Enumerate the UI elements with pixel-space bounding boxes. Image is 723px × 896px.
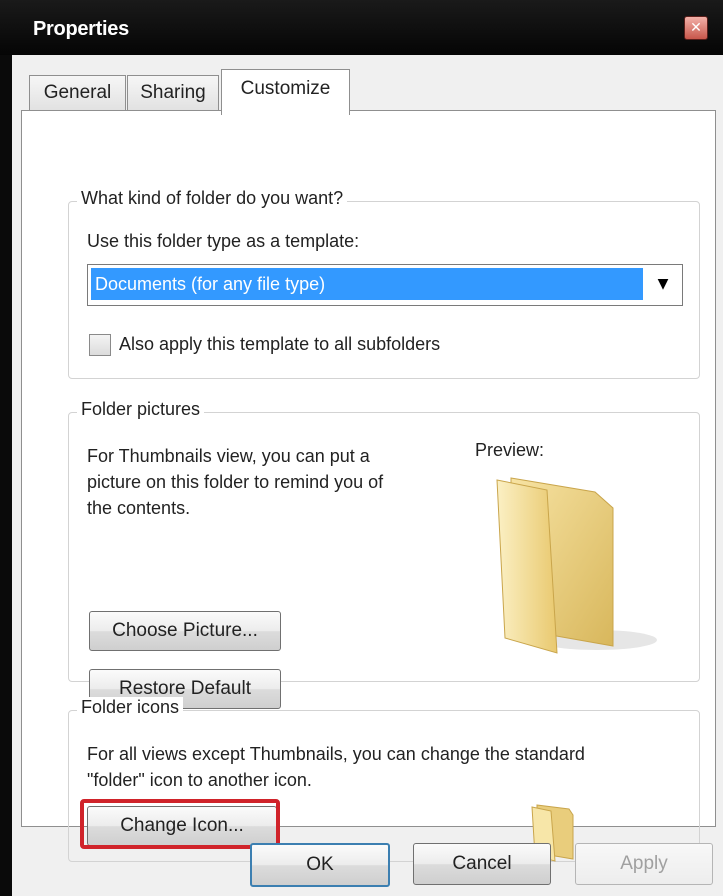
description-line: the contents. [87,498,191,518]
title-bar: Properties ✕ [0,0,723,55]
folder-preview-icon [496,477,657,654]
folder-icons-group: Folder icons For all views except Thumbn… [68,697,700,862]
properties-dialog: General Sharing Customize What kind of f… [12,55,723,896]
customize-panel: What kind of folder do you want? Use thi… [21,110,716,862]
chevron-down-icon[interactable]: ▼ [648,268,678,300]
folder-pictures-group: Folder pictures For Thumbnails view, you… [68,399,700,709]
preview-label: Preview: [475,440,545,460]
close-button[interactable]: ✕ [684,16,708,40]
folder-icons-description: For all views except Thumbnails, you can… [87,741,687,793]
tab-customize[interactable]: Customize [221,69,350,115]
window-title: Properties [33,18,129,40]
change-icon-button[interactable]: Change Icon... [87,806,277,846]
choose-picture-button[interactable]: Choose Picture... [89,611,281,651]
cancel-button[interactable]: Cancel [413,843,551,885]
tab-sharing[interactable]: Sharing [127,75,219,110]
description-line: "folder" icon to another icon. [87,770,312,790]
close-icon: ✕ [690,20,702,36]
tab-general[interactable]: General [29,75,126,110]
description-line: For all views except Thumbnails, you can… [87,744,585,764]
apply-button[interactable]: Apply [575,843,713,885]
folder-pictures-group-title: Folder pictures [77,399,205,420]
folder-pictures-description: For Thumbnails view, you can put a pictu… [87,443,457,521]
folder-type-group-title: What kind of folder do you want? [77,188,348,209]
description-line: For Thumbnails view, you can put a [87,446,370,466]
apply-subfolders-checkbox[interactable] [89,334,111,356]
description-line: picture on this folder to remind you of [87,472,384,492]
folder-type-group: What kind of folder do you want? Use thi… [68,188,700,379]
apply-subfolders-label[interactable]: Also apply this template to all subfolde… [119,331,440,357]
template-label: Use this folder type as a template: [87,231,360,251]
folder-template-select[interactable]: Documents (for any file type) ▼ [87,264,683,306]
template-selected-value: Documents (for any file type) [91,268,643,300]
folder-icons-group-title: Folder icons [77,697,184,718]
ok-button[interactable]: OK [250,843,390,887]
